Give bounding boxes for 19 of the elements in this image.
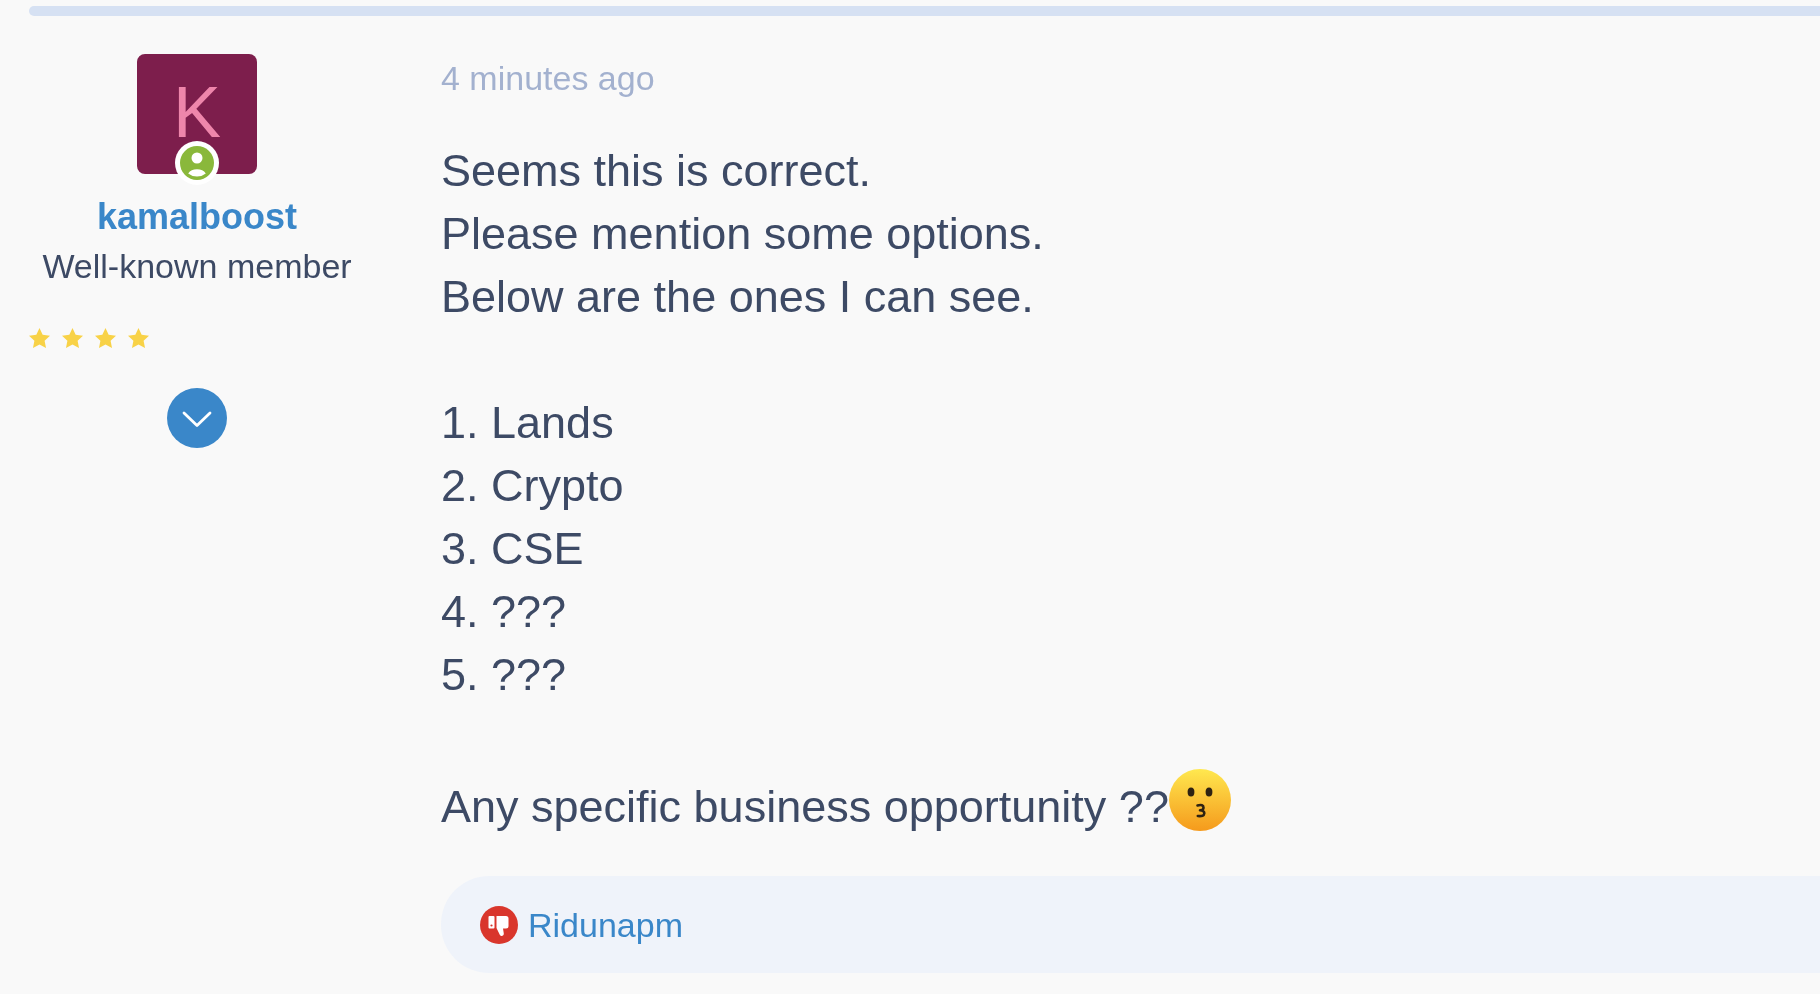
user-title: Well-known member	[42, 246, 352, 286]
post-text: 5. ???	[441, 648, 567, 702]
star-icon	[29, 328, 50, 348]
post-text: Any specific business opportunity ??	[441, 779, 1169, 834]
star-icon	[95, 328, 116, 348]
reaction-users-link[interactable]: Ridunapm	[528, 904, 683, 945]
star-icon	[62, 328, 83, 348]
post-text: Below are the ones I can see.	[441, 270, 1034, 324]
post-timestamp[interactable]: 4 minutes ago	[441, 58, 655, 98]
post-text: 4. ???	[441, 585, 567, 639]
username-link[interactable]: kamalboost	[96, 196, 298, 238]
expand-button[interactable]	[167, 388, 227, 448]
post-text: Seems this is correct.	[441, 144, 872, 198]
post-text: Please mention some options.	[441, 207, 1044, 261]
star-icon	[128, 328, 149, 348]
chevron-down-icon	[182, 411, 212, 428]
post-text: 3. CSE	[441, 522, 584, 576]
post-text: 1. Lands	[441, 396, 614, 450]
post-text: 2. Crypto	[441, 459, 624, 513]
